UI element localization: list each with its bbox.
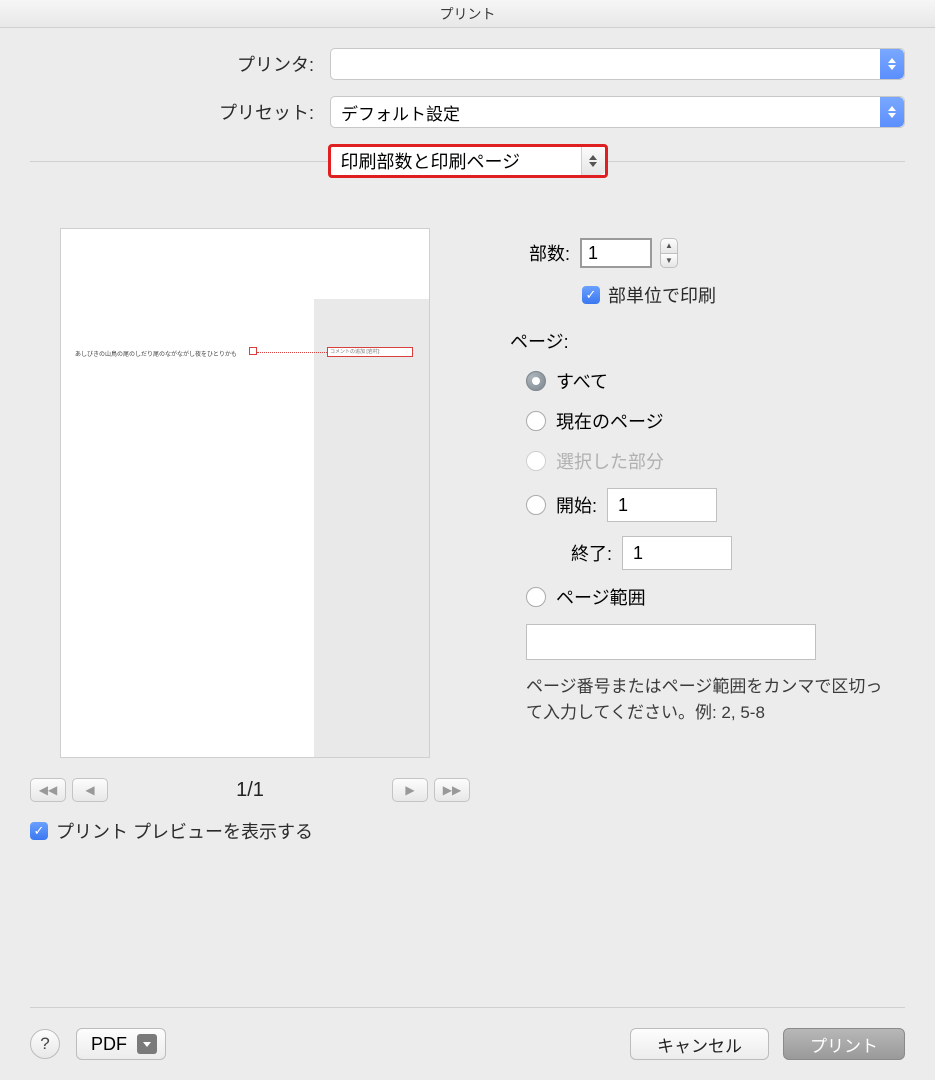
window-title: プリント	[440, 6, 496, 22]
show-preview-checkbox[interactable]: ✓	[30, 822, 48, 840]
from-input[interactable]	[607, 488, 717, 522]
pdf-label: PDF	[91, 1034, 127, 1055]
divider	[30, 161, 328, 162]
divider	[608, 161, 906, 162]
check-icon: ✓	[34, 823, 45, 839]
cancel-button[interactable]: キャンセル	[630, 1028, 769, 1060]
copies-input[interactable]	[580, 238, 652, 268]
preview-comment-box: コメントの追加 [岩村]:	[327, 347, 413, 357]
next-page-button[interactable]: ▶	[392, 778, 428, 802]
left-icon: ◀	[85, 783, 94, 797]
right-icon: ▶	[405, 783, 414, 797]
range-label: ページ範囲	[556, 584, 646, 610]
from-label: 開始:	[556, 492, 597, 518]
radio-current[interactable]	[526, 411, 546, 431]
updown-icon	[880, 97, 904, 127]
preset-value: デフォルト設定	[341, 100, 460, 125]
radio-range[interactable]	[526, 587, 546, 607]
double-right-icon: ▶▶	[443, 783, 461, 797]
copies-stepper[interactable]: ▲ ▼	[660, 238, 678, 268]
preview-margin-area	[314, 299, 429, 757]
range-input[interactable]	[526, 624, 816, 660]
radio-selection-label: 選択した部分	[556, 448, 664, 474]
preset-select[interactable]: デフォルト設定	[330, 96, 905, 128]
stepper-up-icon[interactable]: ▲	[660, 238, 678, 254]
stepper-down-icon[interactable]: ▼	[660, 254, 678, 269]
section-select[interactable]: 印刷部数と印刷ページ	[328, 144, 608, 178]
range-hint: ページ番号またはページ範囲をカンマで区切って入力してください。例: 2, 5-8	[510, 674, 905, 725]
first-page-button[interactable]: ◀◀	[30, 778, 66, 802]
printer-label: プリンタ:	[30, 51, 330, 77]
help-icon: ?	[40, 1034, 49, 1054]
radio-selection	[526, 451, 546, 471]
preview-redbox-icon	[249, 347, 257, 355]
divider	[30, 1007, 905, 1008]
preview-text-line: あしびきの山鳥の尾のしだり尾のながながし夜をひとりかも	[75, 349, 237, 358]
window-titlebar: プリント	[0, 0, 935, 28]
show-preview-label: プリント プレビューを表示する	[56, 818, 313, 844]
updown-icon	[581, 147, 605, 175]
collate-label: 部単位で印刷	[608, 282, 716, 308]
prev-page-button[interactable]: ◀	[72, 778, 108, 802]
chevron-down-icon	[137, 1034, 157, 1054]
to-label: 終了:	[556, 540, 612, 566]
page-indicator: 1/1	[236, 779, 264, 802]
updown-icon	[880, 49, 904, 79]
pdf-menu-button[interactable]: PDF	[76, 1028, 166, 1060]
check-icon: ✓	[586, 287, 597, 303]
radio-current-label: 現在のページ	[556, 408, 664, 434]
preset-label: プリセット:	[30, 99, 330, 125]
help-button[interactable]: ?	[30, 1029, 60, 1059]
radio-all[interactable]	[526, 371, 546, 391]
radio-all-label: すべて	[556, 368, 608, 394]
section-value: 印刷部数と印刷ページ	[341, 148, 521, 174]
radio-from[interactable]	[526, 495, 546, 515]
copies-label: 部数:	[510, 240, 580, 266]
printer-select[interactable]	[330, 48, 905, 80]
print-button[interactable]: プリント	[783, 1028, 905, 1060]
pages-label: ページ:	[510, 328, 905, 354]
double-left-icon: ◀◀	[39, 783, 57, 797]
last-page-button[interactable]: ▶▶	[434, 778, 470, 802]
to-input[interactable]	[622, 536, 732, 570]
collate-checkbox[interactable]: ✓	[582, 286, 600, 304]
preview-connector-line	[257, 352, 327, 353]
preview-page: あしびきの山鳥の尾のしだり尾のながながし夜をひとりかも コメントの追加 [岩村]…	[60, 228, 430, 758]
